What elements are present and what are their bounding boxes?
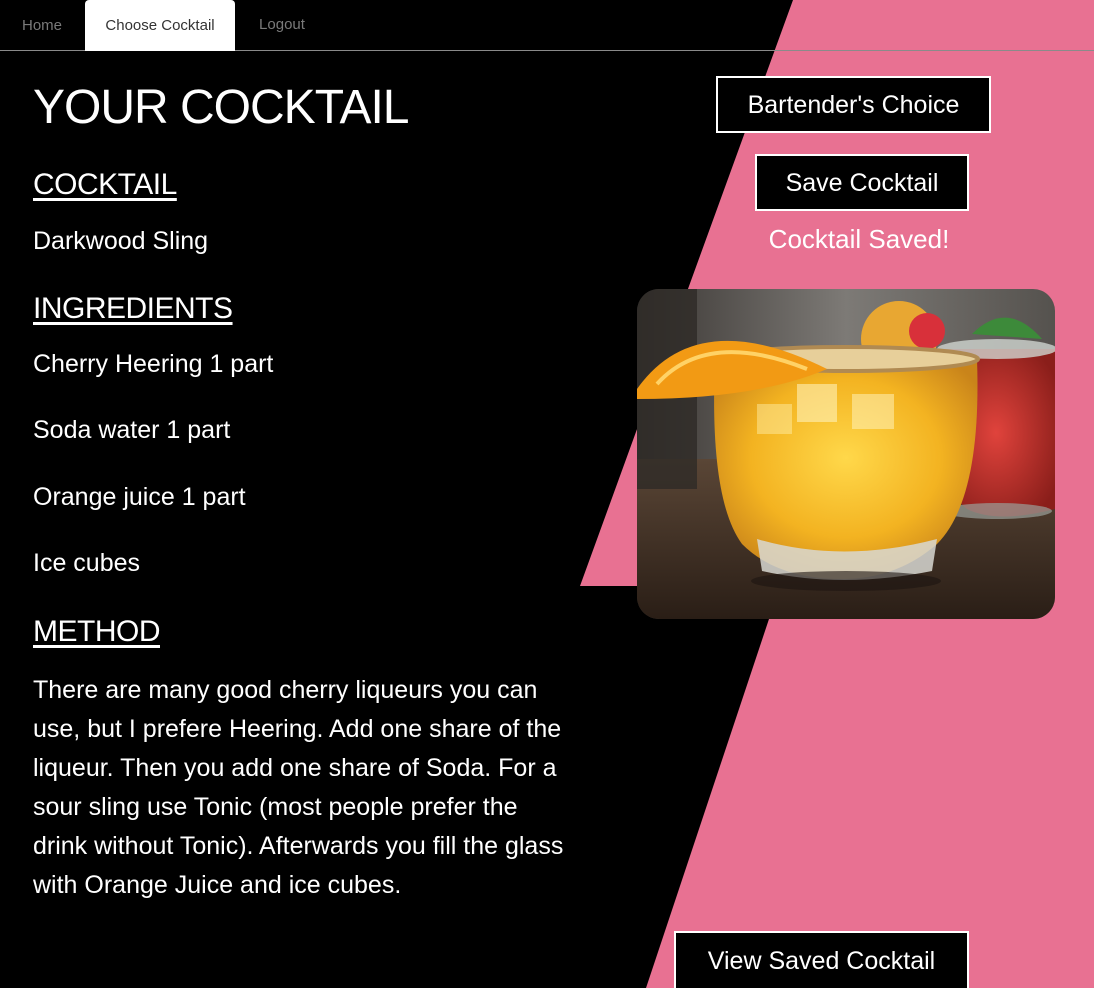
ingredient-item: Cherry Heering 1 part (33, 350, 274, 378)
top-nav: Home Choose Cocktail Logout (0, 0, 1094, 51)
nav-tab-logout[interactable]: Logout (246, 0, 318, 50)
page-title: YOUR COCKTAIL (33, 81, 409, 134)
cocktail-name: Darkwood Sling (33, 227, 209, 255)
ingredient-item: Orange juice 1 part (33, 483, 246, 511)
view-saved-cocktail-button[interactable]: View Saved Cocktail (674, 931, 969, 988)
page: Home Choose Cocktail Logout YOUR COCKTAI… (0, 0, 1094, 988)
cocktail-photo-illustration (637, 289, 1055, 619)
save-cocktail-button[interactable]: Save Cocktail (755, 154, 969, 211)
ingredients-heading: INGREDIENTS (33, 292, 233, 325)
nav-tab-home[interactable]: Home (10, 0, 74, 50)
nav-tab-choose-cocktail[interactable]: Choose Cocktail (85, 0, 235, 51)
ingredient-item: Soda water 1 part (33, 416, 231, 444)
ingredient-item: Ice cubes (33, 549, 141, 577)
method-heading: METHOD (33, 615, 161, 648)
cocktail-heading: COCKTAIL (33, 168, 177, 201)
cocktail-photo (637, 289, 1055, 619)
cocktail-saved-message: Cocktail Saved! (768, 224, 950, 254)
bartenders-choice-button[interactable]: Bartender's Choice (716, 76, 991, 133)
method-text: There are many good cherry liqueurs you … (33, 676, 564, 899)
